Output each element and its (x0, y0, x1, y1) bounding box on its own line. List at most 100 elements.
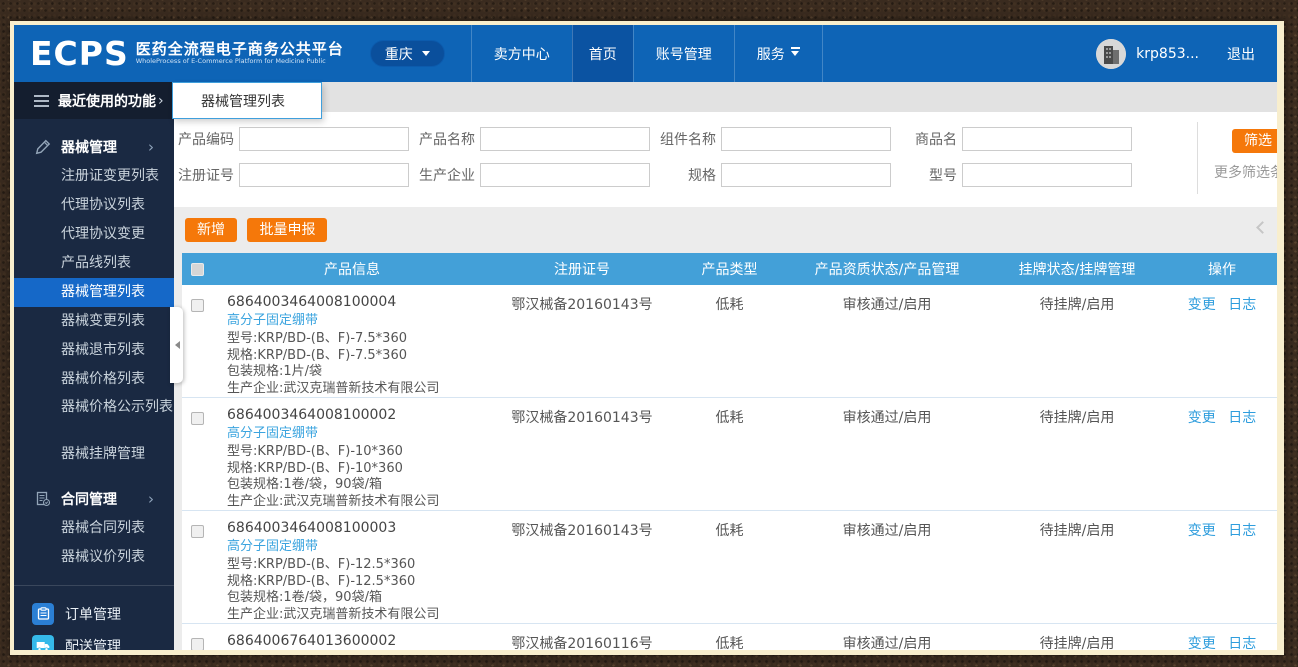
product-manufacturer: 生产企业:武汉克瑞普新技术有限公司 (227, 380, 440, 396)
filter-panel: 产品编码 产品名称 组件名称 商品名 注册证号 生产企业 规格 型号 筛选 更多… (174, 112, 1277, 207)
batch-declare-button[interactable]: 批量申报 (247, 218, 328, 242)
row-checkbox[interactable] (190, 411, 204, 425)
product-code-label: 产品编码 (178, 132, 234, 148)
product-code: 6864003464008100004 (227, 294, 397, 310)
model-input[interactable] (962, 163, 1132, 187)
region-selector[interactable]: 重庆 (369, 40, 445, 67)
section-title: 器械管理 (61, 140, 117, 156)
action-bar: 新增 批量申报 (174, 207, 1277, 253)
col-listing-status: 挂牌状态/挂牌管理 (1018, 262, 1136, 278)
sidebar-item-device-change-list[interactable]: 器械变更列表 (14, 307, 174, 336)
sidebar-collapse-handle[interactable] (170, 307, 183, 383)
sidebar-bottom-label: 订单管理 (65, 606, 121, 623)
nav-seller-center[interactable]: 卖方中心 (470, 25, 572, 82)
services-dropdown-icon (790, 47, 800, 60)
breadcrumb-strip (174, 82, 1277, 112)
table-row: 6864003464008100003 高分子固定绷带 型号:KRP/BD-(B… (182, 511, 1277, 624)
ecps-app-window: ECPS 医药全流程电子商务公共平台 WholeProcess of E-Com… (14, 25, 1277, 650)
nav-account-management[interactable]: 账号管理 (632, 25, 734, 82)
product-name-link[interactable]: 高分子固定绷带 (227, 539, 492, 556)
more-filters-link[interactable]: 更多筛选条件 (1214, 162, 1277, 182)
sidebar-item-order-management[interactable]: 订单管理 (14, 598, 174, 629)
product-code: 6864003464008100003 (227, 520, 397, 536)
sidebar-section-contract-management[interactable]: 合同管理 › (14, 484, 174, 514)
trade-name-input[interactable] (962, 127, 1132, 151)
select-all-checkbox[interactable] (190, 262, 204, 276)
log-link[interactable]: 日志 (1228, 410, 1256, 426)
product-manufacturer: 生产企业:武汉克瑞普新技术有限公司 (227, 606, 440, 622)
nav-label: 账号管理 (655, 46, 712, 63)
table-row: 6864003464008100004 高分子固定绷带 型号:KRP/BD-(B… (182, 285, 1277, 398)
row-checkbox[interactable] (190, 637, 204, 650)
col-product-type: 产品类型 (701, 262, 758, 278)
table-header: 产品信息 注册证号 产品类型 产品资质状态/产品管理 挂牌状态/挂牌管理 操作 (182, 253, 1277, 285)
product-model: 型号:KRP/BD-(B、F)-7.5*360 (227, 331, 407, 346)
sidebar-item-agency-agreement-change[interactable]: 代理协议变更 (14, 220, 174, 249)
add-button[interactable]: 新增 (185, 218, 237, 242)
model-label: 型号 (929, 168, 957, 184)
logout-button[interactable]: 退出 (1227, 44, 1255, 64)
product-code: 6864006764013600002 (227, 633, 397, 649)
col-registration-no: 注册证号 (554, 262, 610, 278)
sidebar-item-device-listing-management[interactable]: 器械挂牌管理 (14, 440, 174, 469)
sidebar-item-agency-agreement-list[interactable]: 代理协议列表 (14, 191, 174, 220)
table-row: 6864003464008100002 高分子固定绷带 型号:KRP/BD-(B… (182, 398, 1277, 511)
listing-status: 待挂牌/启用 (1039, 410, 1115, 426)
row-checkbox[interactable] (190, 298, 204, 312)
change-link[interactable]: 变更 (1188, 297, 1216, 313)
component-name-input[interactable] (721, 127, 891, 151)
spec-label: 规格 (688, 168, 716, 184)
qualification-status: 审核通过/启用 (842, 636, 932, 650)
recently-used-header[interactable]: 最近使用的功能 › (14, 82, 174, 119)
back-chevron-icon[interactable] (1256, 221, 1269, 234)
nav-home[interactable]: 首页 (571, 25, 633, 82)
sidebar-item-device-management-list[interactable]: 器械管理列表 (14, 278, 174, 307)
sidebar-item-device-price-list[interactable]: 器械价格列表 (14, 365, 174, 394)
table-row: 6864006764013600002 医用外固定夹板 型号:肩臂型-S:肩臂型… (182, 624, 1277, 650)
user-avatar[interactable] (1096, 38, 1127, 69)
sidebar-item-device-contract-list[interactable]: 器械合同列表 (14, 514, 174, 543)
sidebar-item-device-price-publicity-list[interactable]: 器械价格公示列表 (14, 394, 174, 440)
order-clipboard-icon (32, 602, 54, 625)
nav-services[interactable]: 服务 (733, 25, 823, 82)
screen-frame: ECPS 医药全流程电子商务公共平台 WholeProcess of E-Com… (10, 21, 1284, 655)
manufacturer-input[interactable] (480, 163, 650, 187)
delivery-truck-icon (32, 634, 54, 650)
change-link[interactable]: 变更 (1188, 523, 1216, 539)
listing-status: 待挂牌/启用 (1039, 523, 1115, 539)
registration-no-input[interactable] (239, 163, 409, 187)
spec-input[interactable] (721, 163, 891, 187)
nav-label: 卖方中心 (493, 46, 550, 63)
filter-button[interactable]: 筛选 (1232, 129, 1277, 153)
trade-name-label: 商品名 (915, 132, 957, 148)
contract-icon (35, 491, 51, 507)
registration-no: 鄂汉械备20160143号 (511, 410, 653, 426)
sidebar-section-device-management[interactable]: 器械管理 › (14, 132, 174, 162)
change-link[interactable]: 变更 (1188, 636, 1216, 650)
product-code-input[interactable] (239, 127, 409, 151)
log-link[interactable]: 日志 (1228, 523, 1256, 539)
sidebar-item-device-negotiation-list[interactable]: 器械议价列表 (14, 543, 174, 572)
chevron-right-icon: › (158, 92, 164, 109)
sidebar-item-product-line-list[interactable]: 产品线列表 (14, 249, 174, 278)
col-operations: 操作 (1208, 262, 1236, 278)
recent-dropdown-item[interactable]: 器械管理列表 (172, 82, 322, 119)
log-link[interactable]: 日志 (1228, 297, 1256, 313)
product-name-link[interactable]: 高分子固定绷带 (227, 426, 492, 443)
product-pack: 包装规格:1卷/袋，90袋/箱 (227, 477, 382, 492)
listing-status: 待挂牌/启用 (1039, 297, 1115, 313)
ecps-logo: ECPS 医药全流程电子商务公共平台 WholeProcess of E-Com… (14, 25, 344, 82)
qualification-status: 审核通过/启用 (842, 410, 932, 426)
hamburger-icon (34, 92, 49, 110)
product-name-input[interactable] (480, 127, 650, 151)
sidebar-item-delivery-management[interactable]: 配送管理 (14, 630, 174, 650)
change-link[interactable]: 变更 (1188, 410, 1216, 426)
product-name-link[interactable]: 高分子固定绷带 (227, 313, 492, 330)
product-table: 产品信息 注册证号 产品类型 产品资质状态/产品管理 挂牌状态/挂牌管理 操作 … (182, 253, 1277, 650)
row-checkbox[interactable] (190, 524, 204, 538)
sidebar-item-device-delisting-list[interactable]: 器械退市列表 (14, 336, 174, 365)
log-link[interactable]: 日志 (1228, 636, 1256, 650)
username[interactable]: krp853... (1136, 46, 1199, 62)
user-area: krp853... 退出 (1096, 25, 1277, 82)
sidebar-item-registration-change-list[interactable]: 注册证变更列表 (14, 162, 174, 191)
